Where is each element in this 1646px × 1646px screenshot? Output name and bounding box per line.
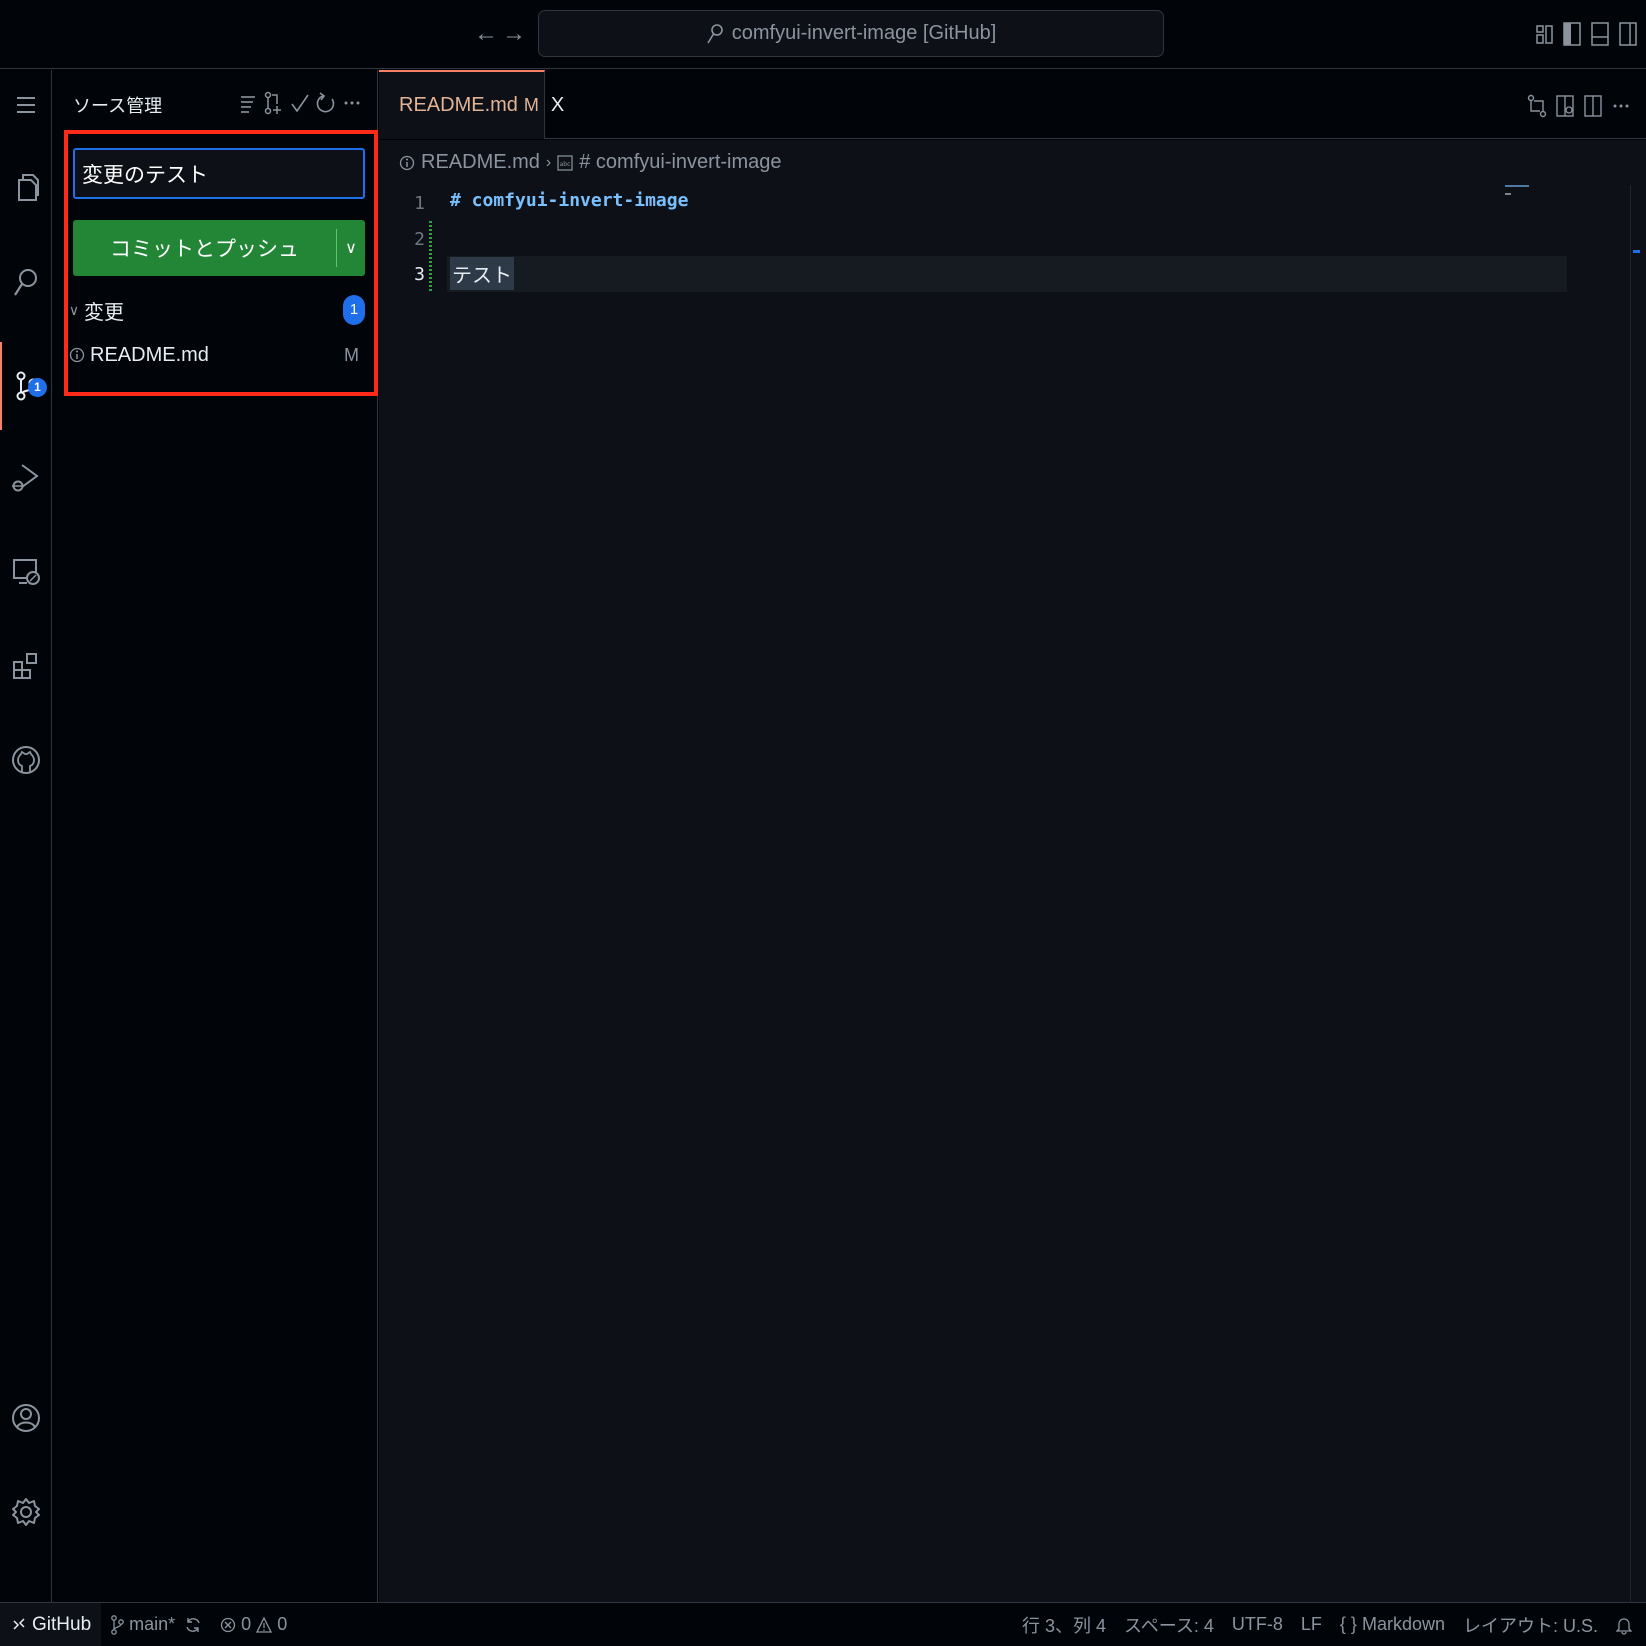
create-pull-request-icon[interactable]	[262, 90, 286, 116]
warning-count: 0	[277, 1614, 288, 1634]
bell-icon[interactable]	[1607, 1615, 1646, 1635]
arrow-right-icon[interactable]: →	[502, 20, 526, 48]
code-line: テスト	[450, 257, 514, 290]
breadcrumb: README.md › abc # comfyui-invert-image	[379, 140, 1646, 185]
extensions-icon[interactable]	[0, 636, 52, 696]
remote-label: GitHub	[32, 1613, 92, 1635]
vertical-scrollbar[interactable]	[1630, 185, 1646, 1602]
source-control-icon[interactable]: 1	[0, 342, 52, 430]
view-as-list-icon[interactable]	[236, 90, 260, 116]
title-bar: ← → comfyui-invert-image [GitHub]	[0, 0, 1646, 69]
code-editor[interactable]: 1 2 3 # comfyui-invert-image テスト	[379, 185, 1646, 1602]
code-line: # comfyui-invert-image	[450, 190, 689, 211]
info-icon	[399, 155, 415, 170]
braces-icon: { }	[1339, 1614, 1357, 1634]
open-preview-icon[interactable]	[1552, 92, 1578, 120]
encoding[interactable]: UTF-8	[1223, 1614, 1292, 1635]
command-center-text: comfyui-invert-image [GitHub]	[731, 22, 997, 44]
tab-readme[interactable]: README.md M X	[379, 70, 564, 139]
line-number: 2	[414, 229, 425, 250]
problems-indicator[interactable]: 0 0	[211, 1614, 296, 1635]
search-icon	[707, 23, 723, 43]
chevron-down-icon: ∨	[68, 301, 80, 318]
command-center-search[interactable]: comfyui-invert-image [GitHub]	[538, 10, 1164, 57]
chevron-down-icon[interactable]: ∨	[337, 238, 365, 258]
toggle-primary-sidebar-icon[interactable]	[1562, 20, 1582, 48]
line-number: 3	[414, 264, 425, 285]
line-number-gutter: 1 2 3	[379, 185, 431, 1602]
error-icon	[221, 1617, 236, 1632]
github-icon[interactable]	[0, 730, 52, 790]
breadcrumb-file[interactable]: README.md	[421, 151, 540, 174]
activity-bar: 1	[0, 70, 52, 1602]
sidebar-title: ソース管理	[73, 96, 163, 116]
editor-tab-bar: README.md M X	[379, 70, 1646, 139]
branch-icon	[111, 1614, 124, 1635]
keyboard-layout[interactable]: レイアウト: U.S.	[1454, 1612, 1607, 1638]
svg-text:abc: abc	[560, 161, 571, 168]
remote-indicator[interactable]: GitHub	[0, 1602, 102, 1646]
tab-modified-indicator: M	[523, 95, 539, 115]
changes-label: 変更	[84, 299, 124, 324]
current-line-highlight	[447, 256, 1567, 292]
remote-icon	[13, 1617, 25, 1630]
string-symbol-icon: abc	[557, 154, 573, 171]
commit-and-push-button[interactable]: コミットとプッシュ ∨	[73, 220, 365, 276]
sync-icon[interactable]	[184, 1615, 202, 1635]
remote-explorer-icon[interactable]	[0, 542, 52, 602]
indentation[interactable]: スペース: 4	[1115, 1612, 1223, 1638]
more-actions-icon[interactable]	[340, 90, 364, 116]
line-number: 1	[414, 193, 425, 214]
status-bar: GitHub main* 0 0 行 3、列 4 スペース: 4 UTF-8 L…	[0, 1602, 1646, 1646]
toggle-panel-icon[interactable]	[1590, 20, 1610, 48]
file-status: M	[344, 344, 359, 365]
run-debug-icon[interactable]	[0, 448, 52, 508]
open-changes-icon[interactable]	[1524, 92, 1550, 120]
arrow-left-icon[interactable]: ←	[474, 20, 498, 48]
hamburger-menu-icon[interactable]	[0, 75, 52, 135]
account-icon[interactable]	[0, 1388, 52, 1448]
toggle-secondary-sidebar-icon[interactable]	[1618, 20, 1638, 48]
cursor-position[interactable]: 行 3、列 4	[1013, 1612, 1115, 1638]
customize-layout-icon[interactable]	[1535, 20, 1555, 48]
gear-icon[interactable]	[0, 1482, 52, 1542]
source-control-badge: 1	[28, 378, 47, 397]
checkmark-icon[interactable]	[288, 90, 312, 116]
split-editor-icon[interactable]	[1580, 92, 1606, 120]
language-label: Markdown	[1361, 1614, 1445, 1634]
error-count: 0	[241, 1614, 252, 1634]
branch-name: main*	[129, 1614, 176, 1634]
files-icon[interactable]	[0, 158, 52, 218]
file-name: README.md	[90, 343, 209, 366]
changes-count-badge: 1	[343, 295, 365, 325]
language-mode[interactable]: { } Markdown	[1331, 1614, 1454, 1635]
scrollbar-cursor-marker	[1633, 250, 1640, 253]
close-icon[interactable]: X	[551, 94, 564, 117]
end-of-line[interactable]: LF	[1292, 1614, 1331, 1635]
commit-message-input[interactable]	[73, 148, 365, 199]
changed-file-row[interactable]: README.md M	[64, 338, 370, 372]
search-icon[interactable]	[0, 252, 52, 312]
breadcrumb-symbol[interactable]: # comfyui-invert-image	[579, 151, 781, 174]
info-icon	[64, 345, 90, 365]
chevron-right-icon: ›	[545, 153, 552, 171]
tab-label: README.md	[399, 94, 518, 116]
more-actions-icon[interactable]	[1608, 92, 1634, 120]
branch-indicator[interactable]: main*	[101, 1614, 211, 1636]
changes-section-header[interactable]: ∨ 変更 1	[64, 292, 370, 328]
warning-icon	[256, 1616, 273, 1633]
refresh-icon[interactable]	[314, 90, 338, 116]
git-added-lines-marker	[429, 221, 432, 291]
minimap[interactable]	[1499, 185, 1619, 305]
commit-button-label: コミットとプッシュ	[110, 237, 299, 261]
